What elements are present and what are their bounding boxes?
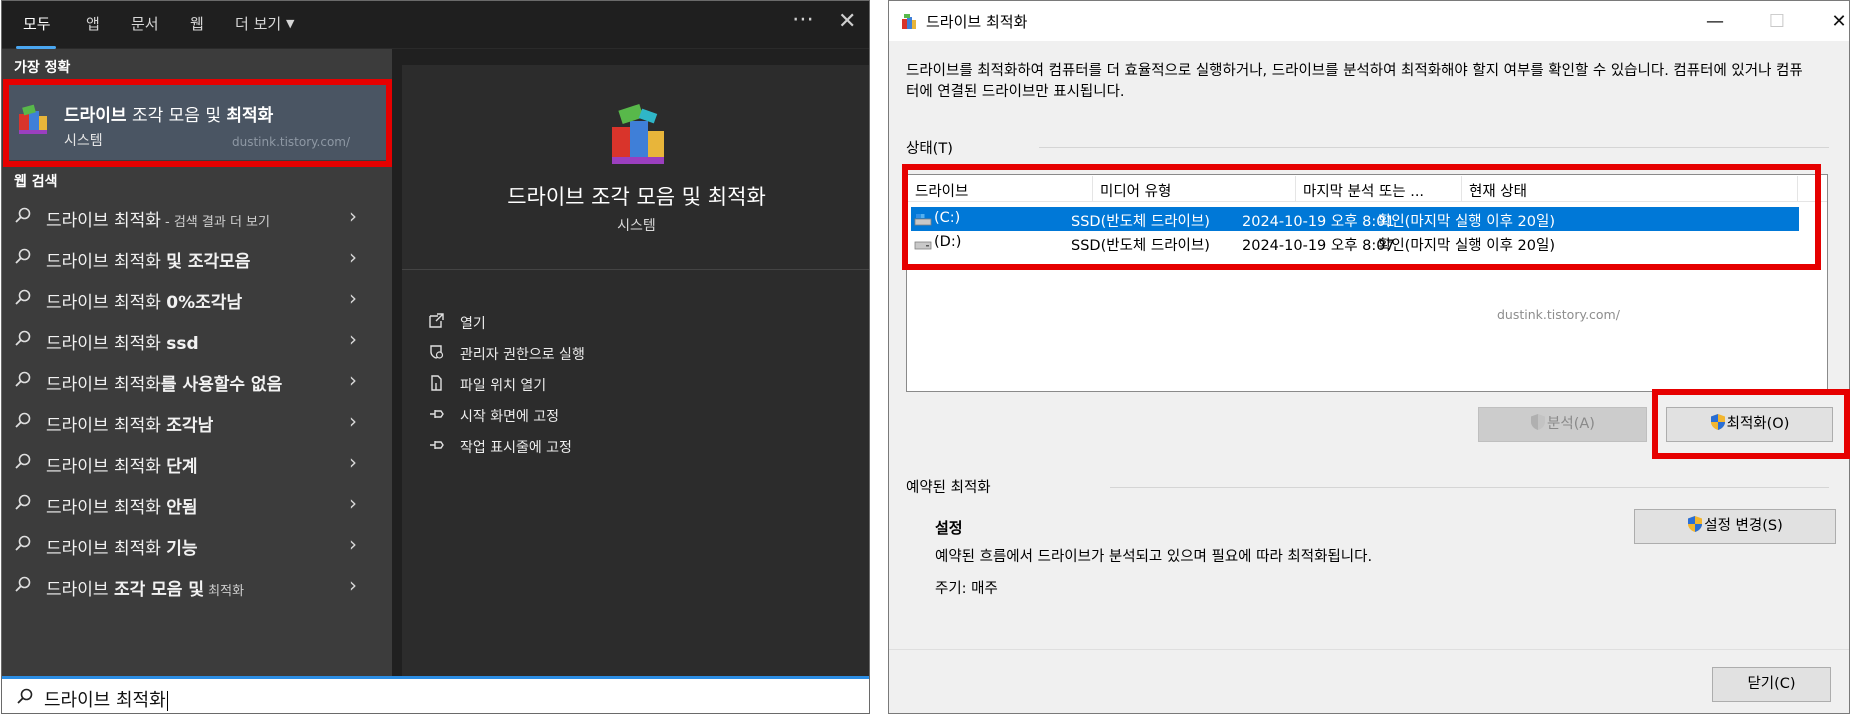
preview-action-label: 파일 위치 열기 xyxy=(460,378,547,394)
frequency-text: 주기: 매주 xyxy=(935,581,998,597)
web-search-item[interactable]: 드라이브 최적화 0%조각남 › xyxy=(2,279,392,319)
web-search-item-label: 드라이브 최적화 및 조각모음 xyxy=(46,252,251,272)
search-icon xyxy=(15,248,31,264)
close-icon[interactable]: ✕ xyxy=(1816,7,1852,37)
uac-shield-icon xyxy=(1531,414,1546,430)
highlight-box xyxy=(902,164,1821,270)
pin-icon xyxy=(430,410,444,418)
preview-subtitle: 시스템 xyxy=(617,218,656,234)
web-search-item[interactable]: 드라이브 최적화를 사용할수 없음 › xyxy=(2,361,392,401)
chevron-right-icon: › xyxy=(349,532,357,556)
web-search-item-label: 드라이브 최적화 0%조각남 xyxy=(46,293,243,313)
chevron-right-icon: › xyxy=(349,204,357,228)
tab-more[interactable]: 더 보기 ▼ xyxy=(235,13,294,34)
chevron-right-icon: › xyxy=(349,491,357,515)
analyze-button-label: 분석(A) xyxy=(1547,416,1595,432)
search-icon xyxy=(15,494,31,510)
search-icon xyxy=(15,412,31,428)
optimize-drives-window: 드라이브 최적화 — ☐ ✕ 드라이브를 최적화하여 컴퓨터를 더 효율적으로 … xyxy=(888,0,1850,714)
chevron-right-icon: › xyxy=(349,409,357,433)
web-search-item-label: 드라이브 조각 모음 및 최적화 xyxy=(46,580,245,600)
change-settings-button[interactable]: 설정 변경(S) xyxy=(1634,509,1836,544)
search-icon xyxy=(17,688,33,704)
web-search-item[interactable]: 드라이브 최적화 단계 › xyxy=(2,443,392,483)
close-icon[interactable]: ✕ xyxy=(838,9,856,34)
change-settings-label: 설정 변경(S) xyxy=(1704,518,1783,534)
web-search-item-label: 드라이브 최적화를 사용할수 없음 xyxy=(46,375,283,395)
preview-title: 드라이브 조각 모음 및 최적화 xyxy=(507,185,766,209)
preview-action-label: 작업 표시줄에 고정 xyxy=(460,440,572,456)
file-location-icon xyxy=(431,375,442,391)
window-title: 드라이브 최적화 xyxy=(926,13,1028,31)
chevron-right-icon: › xyxy=(349,245,357,269)
maximize-icon[interactable]: ☐ xyxy=(1754,7,1800,37)
web-search-item[interactable]: 드라이브 최적화 및 조각모음 › xyxy=(2,238,392,278)
tab-web[interactable]: 웹 xyxy=(190,13,204,34)
preview-action-label: 관리자 권한으로 실행 xyxy=(460,347,585,363)
preview-pane: 드라이브 조각 모음 및 최적화 시스템 열기관리자 권한으로 실행파일 위치 … xyxy=(402,65,869,676)
web-search-item[interactable]: 드라이브 최적화 기능 › xyxy=(2,525,392,565)
settings-description: 예약된 흐름에서 드라이브가 분석되고 있으며 필요에 따라 최적화됩니다. xyxy=(935,549,1373,565)
divider xyxy=(402,269,869,270)
best-match-heading: 가장 정확 xyxy=(14,60,71,76)
search-icon xyxy=(15,330,31,346)
web-search-item[interactable]: 드라이브 최적화 안됨 › xyxy=(2,484,392,524)
analyze-button[interactable]: 분석(A) xyxy=(1478,407,1647,442)
chevron-right-icon: › xyxy=(349,573,357,597)
search-icon xyxy=(15,576,31,592)
highlight-box xyxy=(3,79,392,167)
title-bar: 드라이브 최적화 — ☐ ✕ xyxy=(889,1,1849,41)
chevron-right-icon: › xyxy=(349,286,357,310)
uac-shield-icon xyxy=(1688,516,1703,532)
open-icon xyxy=(429,313,444,328)
web-search-heading: 웹 검색 xyxy=(14,174,58,190)
web-search-item[interactable]: 드라이브 최적화 - 검색 결과 더 보기 › xyxy=(2,197,392,237)
dialog-footer: 닫기(C) xyxy=(889,649,1849,713)
chevron-right-icon: › xyxy=(349,327,357,351)
web-search-item-label: 드라이브 최적화 조각남 xyxy=(46,416,214,436)
tab-documents[interactable]: 문서 xyxy=(131,13,159,34)
search-top-bar: 모두 앱 문서 웹 더 보기 ▼ ⋯ ✕ xyxy=(2,1,869,49)
web-search-item-label: 드라이브 최적화 단계 xyxy=(46,457,198,477)
pin-icon xyxy=(430,441,444,449)
search-icon xyxy=(15,535,31,551)
web-search-item-label: 드라이브 최적화 기능 xyxy=(46,539,198,559)
defrag-app-icon xyxy=(902,14,916,29)
search-box[interactable]: 드라이브 최적화 xyxy=(2,676,869,713)
preview-action-label: 시작 화면에 고정 xyxy=(460,409,560,425)
search-icon xyxy=(15,289,31,305)
settings-heading: 설정 xyxy=(935,519,963,537)
chevron-right-icon: › xyxy=(349,368,357,392)
web-search-item[interactable]: 드라이브 조각 모음 및 최적화 › xyxy=(2,566,392,606)
group-divider xyxy=(1039,147,1829,148)
chevron-right-icon: › xyxy=(349,450,357,474)
minimize-icon[interactable]: — xyxy=(1692,7,1738,37)
admin-shield-icon xyxy=(430,345,444,359)
search-icon xyxy=(15,371,31,387)
web-search-item-label: 드라이브 최적화 - 검색 결과 더 보기 xyxy=(46,211,270,231)
tab-apps[interactable]: 앱 xyxy=(86,13,100,34)
scheduled-group-label: 예약된 최적화 xyxy=(906,480,991,496)
search-icon xyxy=(15,207,31,223)
close-button-label: 닫기(C) xyxy=(1747,676,1796,692)
preview-action-label: 열기 xyxy=(460,316,486,332)
web-search-item-label: 드라이브 최적화 안됨 xyxy=(46,498,198,518)
web-search-item[interactable]: 드라이브 최적화 조각남 › xyxy=(2,402,392,442)
start-search-panel: 모두 앱 문서 웹 더 보기 ▼ ⋯ ✕ 가장 정확 드라이브 조각 모음 및 … xyxy=(1,0,870,714)
tab-all[interactable]: 모두 xyxy=(23,13,51,34)
tab-more-label: 더 보기 xyxy=(235,15,282,33)
web-search-item-label: 드라이브 최적화 ssd xyxy=(46,334,199,354)
web-search-item[interactable]: 드라이브 최적화 ssd › xyxy=(2,320,392,360)
group-divider xyxy=(1110,487,1829,488)
watermark-text: dustink.tistory.com/ xyxy=(1497,307,1620,322)
status-group-label: 상태(T) xyxy=(906,141,953,157)
close-button[interactable]: 닫기(C) xyxy=(1712,667,1831,702)
chevron-down-icon: ▼ xyxy=(285,17,295,30)
highlight-box xyxy=(1652,389,1850,459)
dialog-description: 드라이브를 최적화하여 컴퓨터를 더 효율적으로 실행하거나, 드라이브를 분석… xyxy=(906,63,1803,100)
ellipsis-icon[interactable]: ⋯ xyxy=(792,7,814,32)
defrag-app-icon xyxy=(612,103,664,164)
search-input[interactable]: 드라이브 최적화 xyxy=(44,686,168,712)
search-icon xyxy=(15,453,31,469)
